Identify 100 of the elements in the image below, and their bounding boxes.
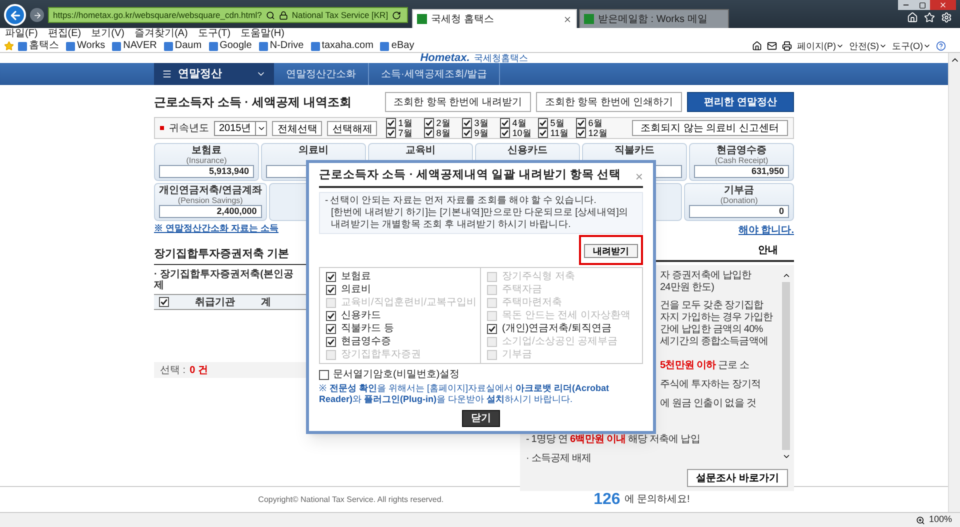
checkbox[interactable] (326, 336, 336, 346)
amount-field: 631,950 (694, 165, 789, 178)
refresh-icon[interactable] (392, 10, 402, 20)
breadcrumb-link[interactable]: 연말정산간소화 (274, 63, 369, 85)
menu-item[interactable]: 도구(T) (198, 28, 231, 40)
command-menu[interactable]: 도구(O) (892, 40, 923, 52)
option-label: 기부금 (502, 348, 532, 360)
card-label: 보험료 (192, 145, 222, 156)
select-button[interactable]: 전체선택 (272, 120, 322, 136)
scrollbar[interactable] (781, 271, 791, 461)
report-button[interactable]: 조회되지 않는 의료비 신고센터 (632, 120, 788, 136)
checkbox[interactable] (424, 118, 434, 128)
back-button[interactable] (4, 4, 26, 26)
address-bar[interactable]: https://hometax.go.kr/websquare/websquare_cdn.html? National Tax Service [KR] (48, 7, 408, 23)
favorite-link[interactable]: Google (220, 40, 252, 52)
card-label: 교육비 (406, 145, 436, 156)
forward-button[interactable] (30, 8, 44, 22)
menu-item[interactable]: 즐겨찾기(A) (134, 28, 188, 40)
site-icon (258, 42, 268, 50)
checkbox[interactable] (487, 324, 497, 334)
checkbox[interactable] (538, 118, 548, 128)
page-scrollbar[interactable] (948, 53, 960, 512)
maximize-button[interactable] (914, 0, 930, 10)
scroll-down-icon[interactable] (782, 452, 790, 461)
browser-tab[interactable]: 받은메일함 : Works 메일 (579, 9, 729, 28)
checkbox[interactable] (386, 128, 396, 138)
amount-field: 2,400,000 (159, 205, 262, 218)
plugin-note: ※ 전문성 확인을 위해서는 [홈페이지]자료실에서 아크로뱃 리더(Acrobat Reader)와 플러그인(Plug-in)을 다운받아 설치하시기 바랍니다. (319, 383, 610, 405)
zoom-level[interactable]: 100% (928, 513, 952, 527)
menu-item[interactable]: 파일(F) (5, 28, 38, 40)
site-icon (112, 42, 122, 50)
favorite-link[interactable]: NAVER (123, 40, 157, 52)
home-icon[interactable] (752, 41, 762, 51)
checkbox[interactable] (576, 128, 586, 138)
month-label: 8월 (436, 128, 450, 138)
checkbox[interactable] (500, 118, 510, 128)
checkbox[interactable] (462, 128, 472, 138)
action-button[interactable]: 편리한 연말정산 (687, 92, 794, 112)
zoom-icon[interactable] (916, 516, 925, 524)
command-menu[interactable]: 안전(S) (849, 40, 879, 52)
command-menu[interactable]: 페이지(P) (797, 40, 836, 52)
card-label: 의료비 (298, 145, 328, 156)
option-label: 장기주식형 저축 (502, 270, 575, 282)
menu-dropdown[interactable]: 연말정산 (154, 63, 274, 85)
checkbox[interactable] (386, 118, 396, 128)
checkbox[interactable] (326, 310, 336, 320)
survey-button[interactable]: 설문조사 바로가기 (687, 469, 788, 487)
checkbox[interactable] (424, 128, 434, 138)
minimize-button[interactable] (898, 0, 914, 10)
checkbox[interactable] (326, 324, 336, 334)
menu-item[interactable]: 편집(E) (48, 28, 82, 40)
scroll-up-icon[interactable] (782, 271, 790, 280)
maximize-icon (918, 2, 926, 8)
site-logo[interactable]: Hometax. (420, 53, 470, 63)
column-header: 계 (261, 296, 271, 310)
favorite-link[interactable]: 홈택스 (29, 40, 59, 52)
search-icon[interactable] (266, 10, 275, 20)
action-button[interactable]: 조회한 항목 한번에 내려받기 (384, 92, 531, 112)
favorite-link[interactable]: N-Drive (270, 40, 304, 52)
menu-item[interactable]: 도움말(H) (240, 28, 284, 40)
menu-item[interactable]: 보기(V) (91, 28, 124, 40)
site-icon (18, 42, 27, 50)
site-icon (208, 42, 218, 50)
star-icon[interactable] (924, 12, 935, 23)
site-logo-subtitle: 국세청홈택스 (474, 53, 528, 63)
favorite-link[interactable]: eBay (391, 40, 414, 52)
favorite-link[interactable]: Daum (174, 40, 202, 52)
checkbox[interactable] (500, 128, 510, 138)
tab-title: 받은메일함 : Works 메일 (598, 12, 708, 26)
checkbox[interactable] (576, 118, 586, 128)
checkbox[interactable] (319, 370, 329, 380)
favorite-link[interactable]: taxaha.com (322, 40, 374, 52)
year-select[interactable]: 2015년 (214, 120, 268, 136)
notice-text: ※ 연말정산간소화 자료는 소득 (154, 223, 280, 233)
section-title: 장기집합투자증권저축 기본 (154, 246, 290, 262)
page-title: 근로소득자 소득 · 세액공제 내역조회 (154, 94, 352, 111)
site-icon (66, 42, 75, 50)
checkbox[interactable] (326, 272, 336, 282)
download-button[interactable]: 내려받기 (584, 244, 638, 258)
dialog-close-button[interactable]: 닫기 (462, 410, 500, 427)
guide-tab[interactable]: 안내 (742, 243, 794, 260)
action-button[interactable]: 조회한 항목 한번에 인쇄하기 (536, 92, 682, 112)
help-icon[interactable] (936, 41, 946, 51)
dialog-title: 근로소득자 소득 · 세액공제내역 일괄 내려받기 항목 선택 (319, 168, 622, 184)
checkbox[interactable] (326, 284, 336, 294)
checkbox[interactable] (538, 128, 548, 138)
select-button[interactable]: 선택해제 (327, 120, 378, 136)
checkbox[interactable] (462, 118, 472, 128)
browser-tab[interactable]: 국세청 홈택스 (412, 9, 577, 28)
month-label: 7월 (398, 128, 412, 138)
forward-arrow-icon (32, 10, 42, 20)
column-header: 취급기관 (195, 296, 235, 310)
favorite-link[interactable]: Works (77, 40, 106, 52)
checkbox[interactable] (159, 297, 169, 307)
close-icon[interactable] (563, 14, 572, 24)
print-icon[interactable] (782, 41, 792, 51)
settings-icon[interactable] (941, 12, 952, 23)
amount-field: 0 (689, 205, 789, 218)
breadcrumb-link[interactable]: 소득·세액공제조회/발급 (369, 63, 500, 85)
month-label: 5월 (550, 118, 564, 128)
